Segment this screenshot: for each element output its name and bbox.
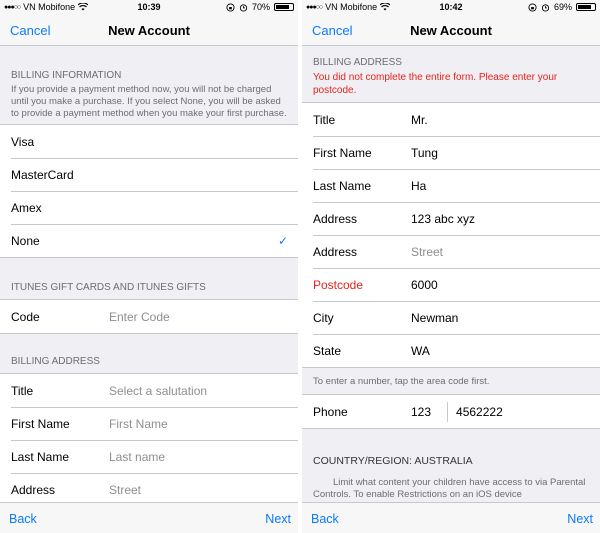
- navigation-bar: Cancel New Account: [0, 14, 298, 46]
- address-line2-field[interactable]: Address Street: [302, 235, 600, 268]
- phone-separator: [447, 401, 449, 422]
- status-bar: ●●●○○ VN Mobifone 10:42 69%: [302, 0, 600, 14]
- bottom-toolbar: Back Next: [0, 502, 298, 533]
- first-name-field[interactable]: First Name Tung: [302, 136, 600, 169]
- next-button[interactable]: Next: [265, 512, 291, 526]
- status-bar: ●●●○○ VN Mobifone 10:39 70%: [0, 0, 298, 14]
- gift-cards-header: ITUNES GIFT CARDS AND ITUNES GIFTS: [11, 282, 206, 293]
- payment-option-visa[interactable]: Visa: [0, 125, 298, 158]
- address-field[interactable]: Address Street: [0, 473, 298, 502]
- bottom-toolbar: Back Next: [302, 502, 600, 533]
- left-screen: ●●●○○ VN Mobifone 10:39 70% Cancel New A…: [0, 0, 298, 533]
- payment-method-list: Visa MasterCard Amex None ✓: [0, 124, 298, 258]
- battery-percent: 69%: [553, 2, 572, 12]
- battery-icon: [274, 3, 294, 11]
- parental-controls-note: Limit what content your children have ac…: [313, 477, 586, 500]
- area-code-input[interactable]: 123: [411, 405, 431, 419]
- battery-percent: 70%: [251, 2, 270, 12]
- billing-address-header: BILLING ADDRESS: [313, 57, 402, 68]
- payment-option-amex[interactable]: Amex: [0, 191, 298, 224]
- billing-address-form: Title Select a salutation First Name First…: [0, 373, 298, 502]
- page-title: New Account: [108, 23, 190, 38]
- title-field[interactable]: Title Select a salutation: [0, 374, 298, 407]
- last-name-field[interactable]: Last Name Last name: [0, 440, 298, 473]
- state-field[interactable]: State WA: [302, 334, 600, 367]
- city-field[interactable]: City Newman: [302, 301, 600, 334]
- form-scroll-area[interactable]: BILLING ADDRESS You did not complete the…: [302, 47, 600, 502]
- billing-address-form: Title Mr. First Name Tung Last Name Ha Addr…: [302, 102, 600, 368]
- last-name-field[interactable]: Last Name Ha: [302, 169, 600, 202]
- billing-info-header: BILLING INFORMATION: [11, 70, 122, 81]
- phone-group: Phone 123 4562222: [302, 394, 600, 429]
- phone-number-input[interactable]: 4562222: [456, 405, 503, 419]
- payment-option-none[interactable]: None ✓: [0, 224, 298, 257]
- battery-icon: [576, 3, 596, 11]
- title-field[interactable]: Title Mr.: [302, 103, 600, 136]
- code-input[interactable]: Enter Code: [109, 310, 170, 324]
- phone-note: To enter a number, tap the area code fir…: [313, 376, 490, 387]
- form-error-message: You did not complete the entire form. Pl…: [313, 72, 558, 96]
- alarm-icon: [541, 3, 550, 12]
- back-button[interactable]: Back: [9, 512, 37, 526]
- back-button[interactable]: Back: [311, 512, 339, 526]
- right-screen: ●●●○○ VN Mobifone 10:42 69% Cancel New A…: [302, 0, 600, 533]
- billing-address-header: BILLING ADDRESS: [11, 356, 100, 367]
- code-label: Code: [11, 309, 40, 324]
- payment-option-mastercard[interactable]: MasterCard: [0, 158, 298, 191]
- page-title: New Account: [410, 23, 492, 38]
- address-line1-field[interactable]: Address 123 abc xyz: [302, 202, 600, 235]
- lock-rotation-icon: [226, 2, 235, 12]
- phone-label: Phone: [313, 404, 348, 419]
- gift-code-field[interactable]: Code Enter Code: [0, 300, 298, 333]
- navigation-bar: Cancel New Account: [302, 14, 600, 46]
- gift-code-group: Code Enter Code: [0, 299, 298, 334]
- postcode-field[interactable]: Postcode 6000: [302, 268, 600, 301]
- country-header: COUNTRY/REGION: AUSTRALIA: [313, 455, 473, 467]
- alarm-icon: [239, 3, 248, 12]
- first-name-field[interactable]: First Name First Name: [0, 407, 298, 440]
- next-button[interactable]: Next: [567, 512, 593, 526]
- form-scroll-area[interactable]: BILLING INFORMATION If you provide a pay…: [0, 47, 298, 502]
- phone-field[interactable]: Phone 123 4562222: [302, 395, 600, 428]
- lock-rotation-icon: [528, 2, 537, 12]
- billing-info-note: If you provide a payment method now, you…: [11, 84, 287, 119]
- checkmark-icon: ✓: [277, 233, 288, 248]
